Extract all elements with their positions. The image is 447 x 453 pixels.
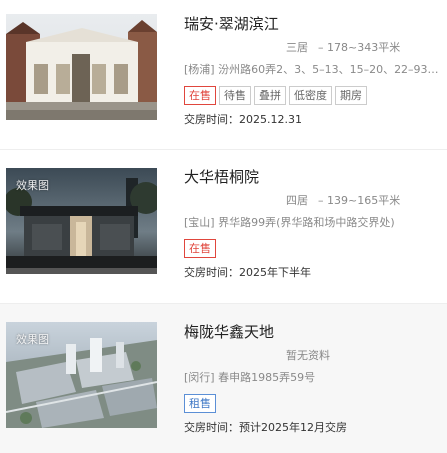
property-address: [闵行] 春申路1985弄59号 (184, 371, 316, 384)
property-card[interactable]: 瑞安·翠湖滨江 三居 – 178~343平米 [杨浦] 汾州路60弄2、3、5–1… (0, 0, 447, 150)
property-info: 瑞安·翠湖滨江 三居 – 178~343平米 [杨浦] 汾州路60弄2、3、5–1… (184, 14, 441, 128)
property-photo[interactable]: 效果图 (6, 322, 157, 428)
property-card[interactable]: 效果图 梅陇华鑫天地 暂无资料 [闵行] 春申路1985弄59号 租售 交房时间… (0, 304, 447, 453)
property-address: [宝山] 界华路99弄(界华路和场中路交界处) (184, 216, 395, 229)
tag-low-density: 低密度 (289, 86, 332, 105)
delivery-label: 交房时间： (184, 266, 239, 279)
property-name[interactable]: 大华梧桐院 (184, 167, 441, 187)
room-type: 四居 (286, 194, 308, 207)
property-spec: 三居 – 178~343平米 (184, 40, 441, 56)
property-name[interactable]: 梅陇华鑫天地 (184, 322, 441, 342)
room-type: 三居 (286, 41, 308, 54)
property-info: 大华梧桐院 四居 – 139~165平米 [宝山] 界华路99弄(界华路和场中路交… (184, 167, 441, 281)
property-name[interactable]: 瑞安·翠湖滨江 (184, 14, 441, 34)
delivery-value: 预计2025年12月交房 (239, 421, 347, 434)
property-photo[interactable]: 效果图 (6, 168, 157, 274)
property-list: 瑞安·翠湖滨江 三居 – 178~343平米 [杨浦] 汾州路60弄2、3、5–1… (0, 0, 447, 453)
floor-area: – 178~343平米 (318, 41, 401, 54)
property-tags: 在售 (184, 237, 441, 258)
delivery-time: 交房时间：2025.12.31 (184, 112, 441, 128)
property-photo[interactable] (6, 14, 157, 120)
property-info: 梅陇华鑫天地 暂无资料 [闵行] 春申路1985弄59号 租售 交房时间：预计2… (184, 322, 441, 436)
delivery-time: 交房时间：预计2025年12月交房 (184, 420, 441, 436)
delivery-label: 交房时间： (184, 113, 239, 126)
tag-off-plan: 期房 (335, 86, 367, 105)
property-tags: 租售 (184, 392, 441, 413)
property-spec: 暂无资料 (184, 348, 441, 364)
property-address: [杨浦] 汾州路60弄2、3、5–13、15–20、22–93… (184, 63, 439, 76)
tag-rent-sale: 租售 (184, 394, 216, 413)
delivery-value: 2025年下半年 (239, 266, 311, 279)
floor-area: – 139~165平米 (318, 194, 401, 207)
tag-on-sale: 在售 (184, 86, 216, 105)
tag-on-sale: 在售 (184, 239, 216, 258)
room-type: 暂无资料 (286, 349, 330, 362)
tag-pending-sale: 待售 (219, 86, 251, 105)
delivery-label: 交房时间： (184, 421, 239, 434)
property-card[interactable]: 效果图 大华梧桐院 四居 – 139~165平米 [宝山] 界华路99弄(界华路和… (0, 150, 447, 304)
rendering-tag: 效果图 (16, 333, 49, 346)
property-tags: 在售 待售 叠拼 低密度 期房 (184, 84, 441, 105)
delivery-time: 交房时间：2025年下半年 (184, 265, 441, 281)
property-spec: 四居 – 139~165平米 (184, 193, 441, 209)
rendering-tag: 效果图 (16, 179, 49, 192)
property-photo-image (6, 14, 157, 120)
tag-stacked-villa: 叠拼 (254, 86, 286, 105)
delivery-value: 2025.12.31 (239, 113, 302, 126)
